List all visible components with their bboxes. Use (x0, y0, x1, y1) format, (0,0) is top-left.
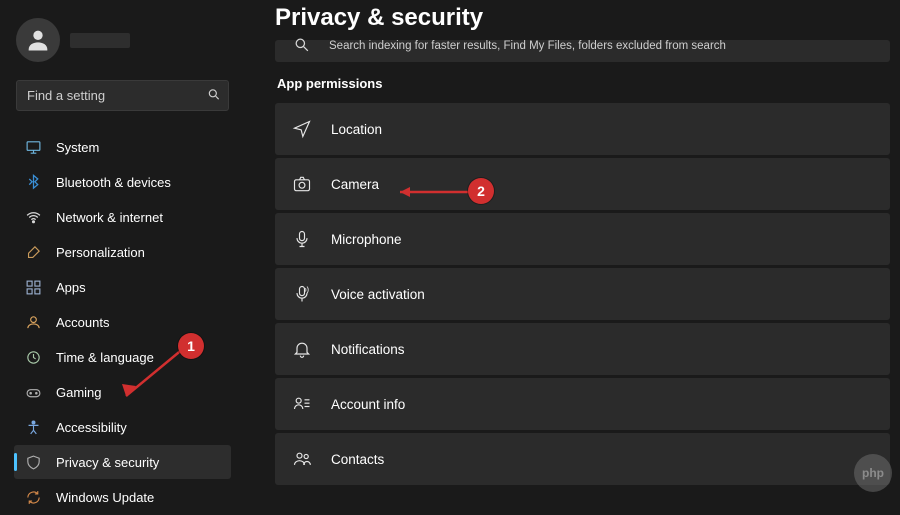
search-field-wrap (16, 80, 229, 111)
annotation-callout-2: 2 (468, 178, 494, 204)
sidebar-item-system[interactable]: System (14, 130, 231, 164)
avatar (16, 18, 60, 62)
sidebar-item-personalization[interactable]: Personalization (14, 235, 231, 269)
main-panel: Privacy & security Search indexing for f… (245, 0, 900, 500)
nav-list: System Bluetooth & devices Network & int… (10, 129, 235, 515)
annotation-arrow-2 (390, 184, 476, 200)
watermark: php (854, 454, 892, 492)
setting-row-voice-activation[interactable]: Voice activation (275, 268, 890, 320)
person-icon (24, 313, 42, 331)
sidebar-item-windows-update[interactable]: Windows Update (14, 480, 231, 514)
page-title: Privacy & security (275, 4, 890, 32)
contacts-icon (291, 448, 313, 470)
row-label: Camera (331, 177, 379, 192)
update-icon (24, 488, 42, 506)
setting-row-contacts[interactable]: Contacts (275, 433, 890, 485)
game-icon (24, 383, 42, 401)
sidebar-item-label: Network & internet (56, 210, 163, 225)
setting-row-location[interactable]: Location (275, 103, 890, 155)
sidebar-item-label: Bluetooth & devices (56, 175, 171, 190)
user-account-header[interactable] (10, 10, 235, 76)
setting-row-account-info[interactable]: Account info (275, 378, 890, 430)
voice-icon (291, 283, 313, 305)
user-name-redacted (70, 33, 130, 48)
searching-windows-subtitle: Search indexing for faster results, Find… (329, 40, 874, 52)
sidebar-item-label: Gaming (56, 385, 102, 400)
location-icon (291, 118, 313, 140)
system-icon (24, 138, 42, 156)
account-info-icon (291, 393, 313, 415)
row-label: Notifications (331, 342, 405, 357)
sidebar-item-privacy-security[interactable]: Privacy & security (14, 445, 231, 479)
brush-icon (24, 243, 42, 261)
search-indexing-icon (291, 34, 313, 56)
sidebar-item-network[interactable]: Network & internet (14, 200, 231, 234)
settings-sidebar: System Bluetooth & devices Network & int… (0, 0, 245, 500)
bell-icon (291, 338, 313, 360)
camera-icon (291, 173, 313, 195)
mic-icon (291, 228, 313, 250)
wifi-icon (24, 208, 42, 226)
app-permissions-label: App permissions (277, 76, 890, 91)
row-label: Contacts (331, 452, 384, 467)
sidebar-item-accessibility[interactable]: Accessibility (14, 410, 231, 444)
accessibility-icon (24, 418, 42, 436)
searching-windows-row-partial[interactable]: Search indexing for faster results, Find… (275, 40, 890, 62)
apps-icon (24, 278, 42, 296)
annotation-callout-1: 1 (178, 333, 204, 359)
setting-row-camera[interactable]: Camera (275, 158, 890, 210)
sidebar-item-label: Personalization (56, 245, 145, 260)
sidebar-item-label: Windows Update (56, 490, 154, 505)
setting-row-notifications[interactable]: Notifications (275, 323, 890, 375)
sidebar-item-label: Accounts (56, 315, 109, 330)
sidebar-item-label: Accessibility (56, 420, 127, 435)
row-label: Voice activation (331, 287, 425, 302)
sidebar-item-label: System (56, 140, 99, 155)
bluetooth-icon (24, 173, 42, 191)
sidebar-item-label: Privacy & security (56, 455, 159, 470)
sidebar-item-accounts[interactable]: Accounts (14, 305, 231, 339)
row-label: Microphone (331, 232, 402, 247)
annotation-arrow-1 (108, 342, 188, 412)
shield-icon (24, 453, 42, 471)
search-icon (207, 87, 221, 104)
setting-row-microphone[interactable]: Microphone (275, 213, 890, 265)
clock-icon (24, 348, 42, 366)
watermark-text: php (854, 454, 892, 492)
row-label: Location (331, 122, 382, 137)
row-label: Account info (331, 397, 405, 412)
search-input[interactable] (16, 80, 229, 111)
sidebar-item-label: Apps (56, 280, 86, 295)
sidebar-item-apps[interactable]: Apps (14, 270, 231, 304)
sidebar-item-bluetooth[interactable]: Bluetooth & devices (14, 165, 231, 199)
